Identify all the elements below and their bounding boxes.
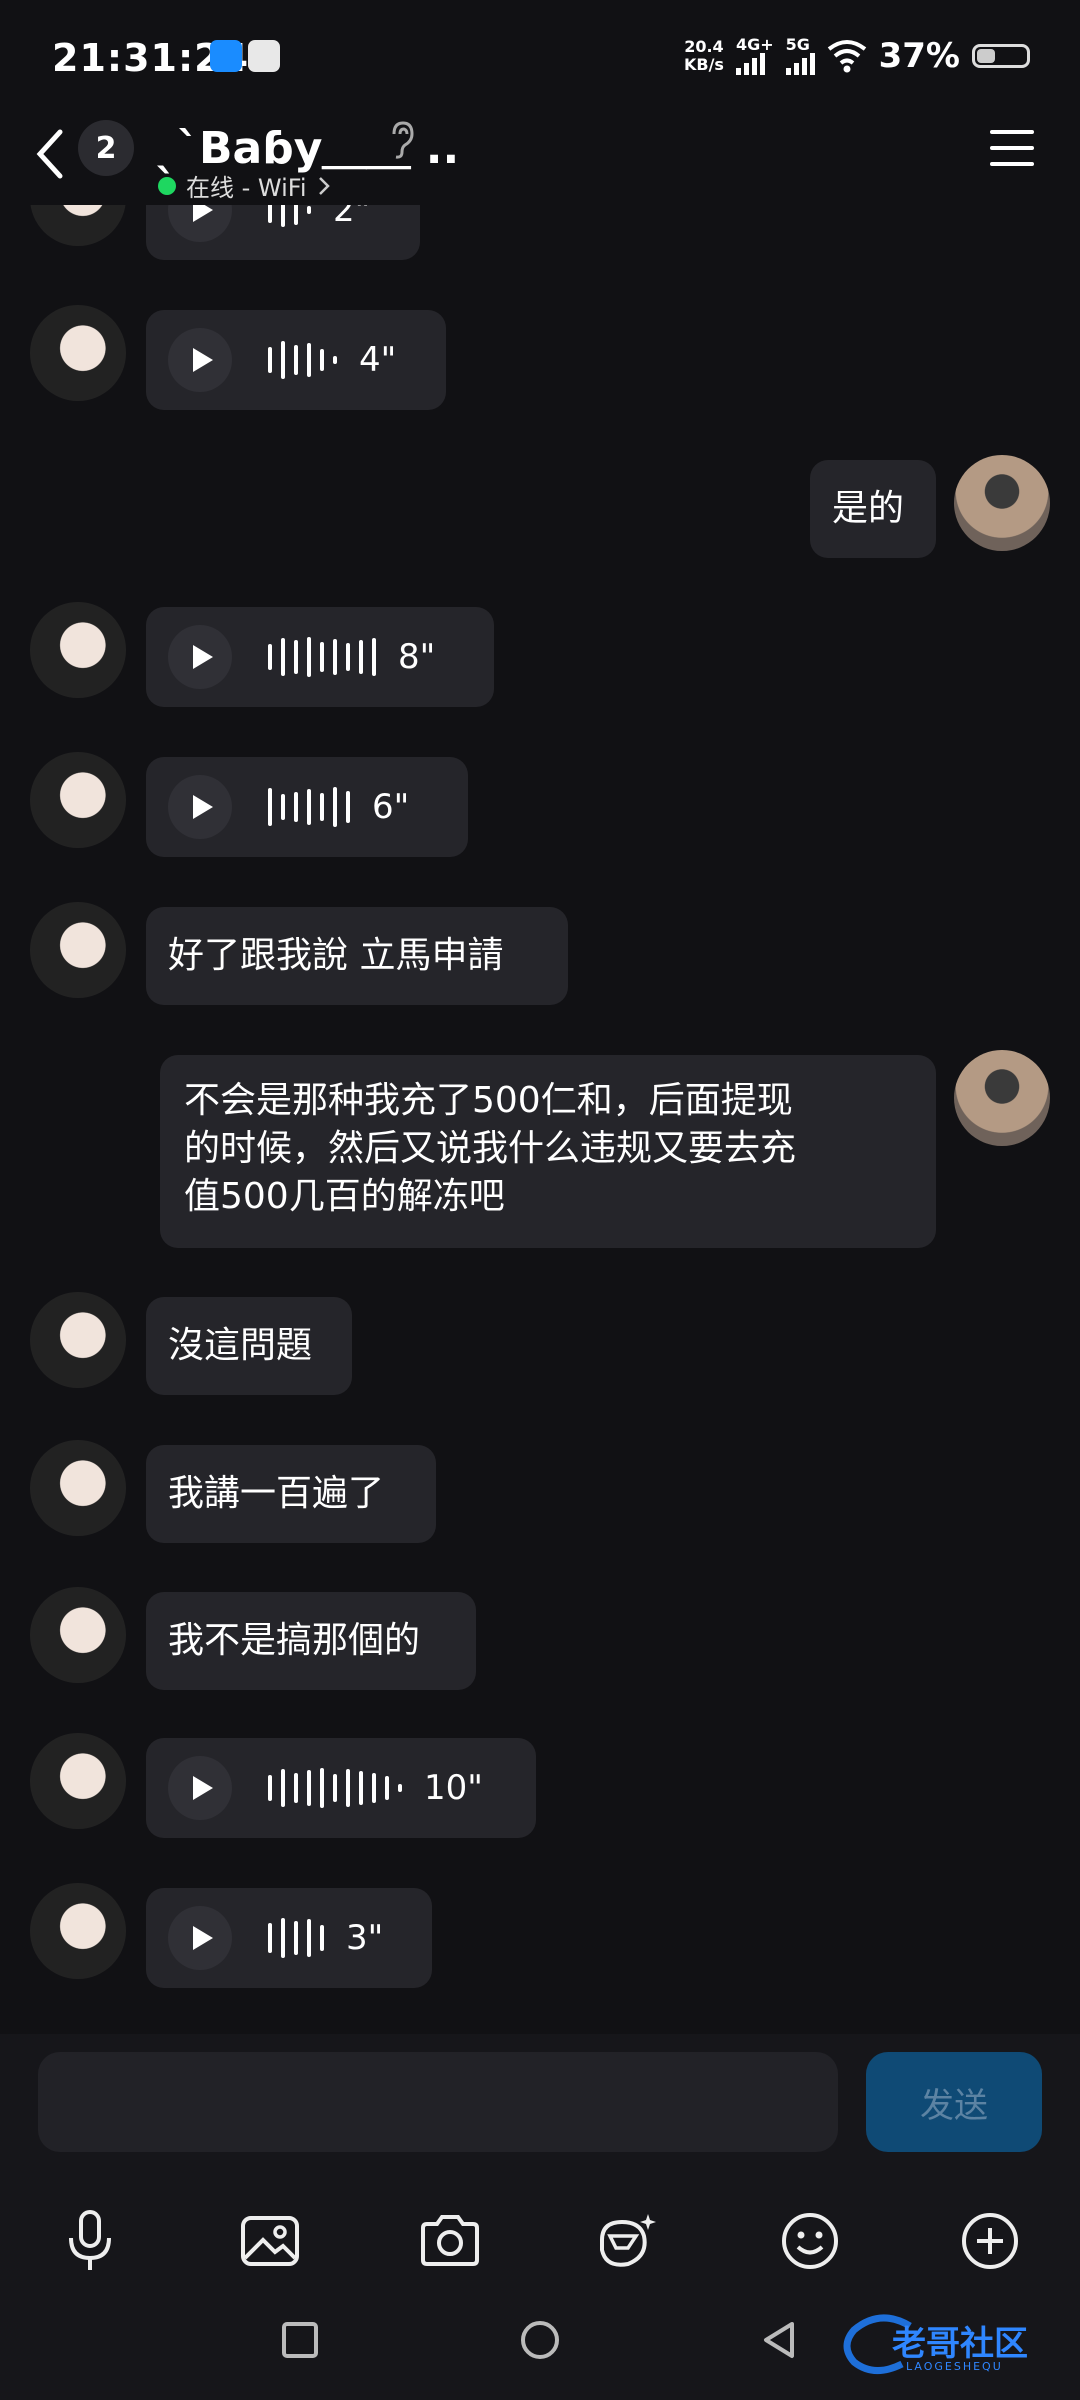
app-notification-icon <box>248 40 280 72</box>
voice-duration: 4" <box>359 340 397 380</box>
play-icon[interactable] <box>168 328 232 392</box>
contact-avatar[interactable] <box>30 752 126 848</box>
cellular-signal-icon: 4G+ <box>735 37 774 75</box>
voice-duration: 10" <box>424 1768 483 1808</box>
waveform-icon <box>268 1766 402 1810</box>
waveform-icon <box>268 635 376 679</box>
unread-count-badge[interactable]: 2 <box>78 120 134 176</box>
image-icon[interactable] <box>235 2206 305 2276</box>
emoji-icon[interactable] <box>775 2206 845 2276</box>
camera-icon[interactable] <box>415 2206 485 2276</box>
contact-avatar[interactable] <box>30 1733 126 1829</box>
status-bar: 21:31:24 20.4 KB/s 4G+ 5G 37% <box>0 0 1080 110</box>
contact-avatar[interactable] <box>30 305 126 401</box>
menu-icon[interactable] <box>990 130 1036 170</box>
online-dot-icon <box>158 176 176 195</box>
earpiece-mode-icon[interactable] <box>388 120 416 160</box>
waveform-icon <box>268 338 337 382</box>
voice-duration: 8" <box>398 637 436 677</box>
plus-icon[interactable] <box>955 2206 1025 2276</box>
text-message[interactable]: 是的 <box>810 460 936 558</box>
contact-avatar[interactable] <box>30 1440 126 1536</box>
play-icon[interactable] <box>168 775 232 839</box>
app-notification-icon <box>210 40 242 72</box>
my-avatar[interactable] <box>954 455 1050 551</box>
battery-icon <box>972 44 1030 68</box>
voice-message[interactable]: 4" <box>146 310 446 410</box>
home-icon[interactable] <box>518 2318 562 2362</box>
waveform-icon <box>268 785 350 829</box>
wifi-icon <box>827 40 866 73</box>
battery-percent: 37% <box>878 36 960 76</box>
presence-label: 在线 - WiFi <box>186 174 307 202</box>
my-avatar[interactable] <box>954 1050 1050 1146</box>
network-speed: 20.4 KB/s <box>683 37 724 74</box>
voice-duration: 3" <box>346 1918 384 1958</box>
system-nav-bar: 老哥社区 LAOGESHEQU <box>0 2290 1080 2400</box>
voice-message[interactable]: 6" <box>146 757 468 857</box>
microphone-icon[interactable] <box>55 2206 125 2276</box>
waveform-icon <box>268 1916 324 1960</box>
chevron-right-icon <box>318 176 330 195</box>
contact-avatar[interactable] <box>30 1883 126 1979</box>
watermark-logo: 老哥社区 LAOGESHEQU <box>840 2308 1070 2384</box>
back-icon[interactable] <box>760 2320 800 2360</box>
voice-duration: 6" <box>372 787 410 827</box>
play-icon[interactable] <box>168 1906 232 1970</box>
voice-message[interactable]: 10" <box>146 1738 536 1838</box>
text-message[interactable]: 我講一百遍了 <box>146 1445 436 1543</box>
voice-message[interactable]: 8" <box>146 607 494 707</box>
text-message[interactable]: 沒這問題 <box>146 1297 352 1395</box>
text-message[interactable]: 我不是搞那個的 <box>146 1592 476 1690</box>
play-icon[interactable] <box>168 1756 232 1820</box>
presence-status[interactable]: 在线 - WiFi <box>158 168 331 203</box>
contact-avatar[interactable] <box>30 602 126 698</box>
play-icon[interactable] <box>168 625 232 689</box>
contact-avatar[interactable] <box>30 1292 126 1388</box>
contact-avatar[interactable] <box>30 1587 126 1683</box>
send-button[interactable]: 发送 <box>866 2052 1042 2152</box>
text-message[interactable]: 不会是那种我充了500仁和，后面提现 的时候，然后又说我什么违规又要去充 值50… <box>160 1055 936 1248</box>
message-line: 的时候，然后又说我什么违规又要去充 <box>184 1128 797 1169</box>
contact-avatar[interactable] <box>30 902 126 998</box>
chat-header: 2 ˎˋBaɓy＿＿ .. 在线 - WiFi <box>0 110 1080 205</box>
cellular-signal-icon: 5G <box>785 37 815 75</box>
message-input[interactable] <box>38 2052 838 2152</box>
recents-icon[interactable] <box>280 2320 320 2360</box>
message-line: 不会是那种我充了500仁和，后面提现 <box>184 1080 793 1121</box>
voice-message[interactable]: 3" <box>146 1888 432 1988</box>
text-message[interactable]: 好了跟我說 立馬申請 <box>146 907 568 1005</box>
back-chevron-icon[interactable] <box>30 124 70 184</box>
message-line: 值500几百的解冻吧 <box>184 1176 505 1217</box>
sticker-icon[interactable] <box>592 2206 662 2276</box>
